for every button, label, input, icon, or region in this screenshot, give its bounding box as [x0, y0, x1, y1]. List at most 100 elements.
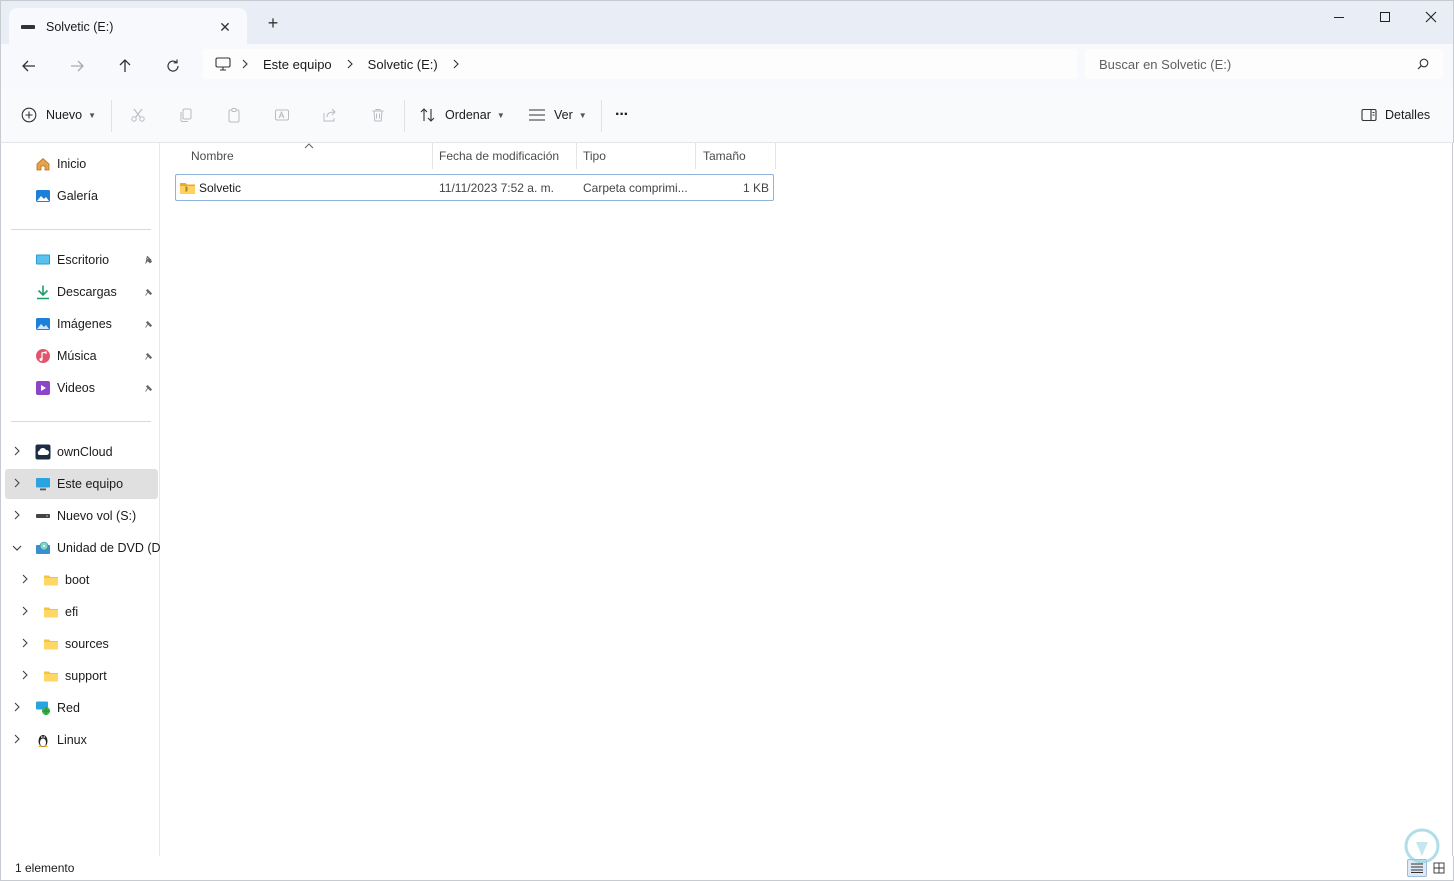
divider	[11, 229, 151, 230]
pin-icon[interactable]	[144, 383, 154, 393]
zip-folder-icon	[180, 183, 195, 194]
forward-button[interactable]	[61, 52, 93, 80]
sidebar-item-este-equipo[interactable]: Este equipo	[5, 469, 158, 499]
videos-icon	[36, 381, 50, 395]
chevron-right-icon[interactable]	[346, 59, 354, 69]
sidebar-item-linux[interactable]: Linux	[5, 725, 158, 755]
back-button[interactable]	[13, 52, 45, 80]
chevron-right-icon[interactable]	[11, 445, 23, 459]
minimize-button[interactable]	[1316, 1, 1362, 33]
divider	[601, 100, 602, 132]
plus-circle-icon	[21, 107, 37, 123]
sidebar-item-label: Inicio	[57, 157, 87, 171]
sort-button[interactable]: Ordenar ▼	[419, 102, 505, 128]
sidebar-item-descargas[interactable]: Descargas	[5, 277, 158, 307]
column-header-name[interactable]: Nombre	[183, 143, 433, 169]
chevron-right-icon[interactable]	[241, 59, 249, 69]
maximize-button[interactable]	[1362, 1, 1408, 33]
search-placeholder: Buscar en Solvetic (E:)	[1099, 56, 1232, 72]
view-button[interactable]: Ver ▼	[528, 102, 587, 128]
share-button[interactable]	[317, 102, 343, 128]
column-header-date[interactable]: Fecha de modificación	[431, 143, 576, 169]
sidebar-item-label: Videos	[57, 381, 95, 395]
search-input[interactable]: Buscar en Solvetic (E:)	[1085, 49, 1443, 79]
chevron-right-icon[interactable]	[11, 701, 23, 715]
column-header-type[interactable]: Tipo	[575, 143, 695, 169]
chevron-right-icon[interactable]	[19, 605, 31, 619]
sidebar-item-label: ownCloud	[57, 445, 113, 459]
chevron-right-icon[interactable]	[19, 669, 31, 683]
sidebar-item-galeria[interactable]: Galería	[5, 181, 158, 211]
delete-button[interactable]	[365, 102, 391, 128]
tab-solvetic[interactable]: Solvetic (E:) ✕	[9, 8, 247, 46]
chevron-down-icon[interactable]	[11, 541, 23, 555]
sidebar-item-musica[interactable]: Música	[5, 341, 158, 371]
sidebar-item-label: Nuevo vol (S:)	[57, 509, 137, 523]
column-resizer[interactable]	[775, 143, 776, 169]
sidebar-item-nuevo-vol[interactable]: Nuevo vol (S:)	[5, 501, 158, 531]
close-tab-icon[interactable]: ✕	[215, 19, 235, 36]
scissors-icon	[131, 108, 145, 122]
clipboard-icon	[228, 108, 240, 123]
minimize-icon	[1334, 16, 1344, 18]
network-icon	[36, 701, 50, 715]
pin-icon[interactable]	[144, 351, 154, 361]
copy-button[interactable]	[173, 102, 199, 128]
rename-button[interactable]	[269, 102, 295, 128]
pin-icon[interactable]	[144, 319, 154, 329]
sidebar-item-label: boot	[65, 573, 90, 587]
music-icon	[36, 349, 50, 363]
pin-icon[interactable]	[144, 287, 154, 297]
new-button[interactable]: Nuevo ▼	[21, 102, 96, 128]
column-header-size[interactable]: Tamaño	[695, 143, 775, 169]
rename-icon	[275, 109, 289, 121]
status-bar: 1 elemento	[0, 856, 1454, 881]
new-tab-button[interactable]: +	[263, 13, 283, 34]
file-size: 1 KB	[742, 180, 769, 195]
more-options-button[interactable]: ···	[615, 102, 629, 128]
divider	[111, 100, 112, 132]
maximize-icon	[1380, 12, 1390, 22]
sidebar-item-dvd[interactable]: Unidad de DVD (D:)	[5, 533, 168, 563]
tab-title: Solvetic (E:)	[46, 20, 114, 34]
refresh-button[interactable]	[157, 52, 189, 80]
list-view-icon	[529, 109, 545, 121]
chevron-right-icon[interactable]	[11, 509, 23, 523]
view-label: Ver	[554, 108, 573, 122]
sort-label: Ordenar	[445, 108, 491, 122]
sidebar-item-escritorio[interactable]: Escritorio	[5, 245, 158, 275]
sidebar-item-boot[interactable]: boot	[5, 565, 158, 595]
drive-icon	[36, 514, 50, 518]
sidebar-item-videos[interactable]: Videos	[5, 373, 158, 403]
drive-icon	[21, 25, 35, 29]
table-row[interactable]: Solvetic 11/11/2023 7:52 a. m. Carpeta c…	[175, 174, 774, 201]
chevron-right-icon[interactable]	[19, 573, 31, 587]
close-window-button[interactable]	[1408, 1, 1454, 33]
folder-icon	[44, 671, 58, 682]
sidebar-item-sources[interactable]: sources	[5, 629, 158, 659]
watermark-logo-icon	[1404, 828, 1440, 864]
sidebar-item-label: Este equipo	[57, 477, 124, 491]
chevron-right-icon[interactable]	[19, 637, 31, 651]
file-type: Carpeta comprimi...	[583, 180, 688, 195]
sidebar-item-imagenes[interactable]: Imágenes	[5, 309, 158, 339]
sidebar-item-efi[interactable]: efi	[5, 597, 158, 627]
up-button[interactable]	[109, 52, 141, 80]
chevron-right-icon[interactable]	[452, 59, 460, 69]
cut-button[interactable]	[125, 102, 151, 128]
paste-button[interactable]	[221, 102, 247, 128]
breadcrumb-solvetic[interactable]: Solvetic (E:)	[368, 57, 438, 72]
dvd-icon	[36, 541, 50, 554]
details-button[interactable]: Detalles	[1361, 102, 1430, 128]
sidebar-item-red[interactable]: Red	[5, 693, 158, 723]
chevron-right-icon[interactable]	[11, 733, 23, 747]
divider	[404, 100, 405, 132]
sidebar-item-inicio[interactable]: Inicio	[5, 149, 158, 179]
sidebar-item-owncloud[interactable]: ownCloud	[5, 437, 158, 467]
address-bar[interactable]: Este equipo Solvetic (E:)	[203, 49, 1077, 79]
breadcrumb-este-equipo[interactable]: Este equipo	[263, 57, 332, 72]
pin-icon[interactable]	[144, 255, 154, 265]
sidebar-item-label: Descargas	[57, 285, 117, 299]
sidebar-item-support[interactable]: support	[5, 661, 158, 691]
chevron-right-icon[interactable]	[11, 477, 23, 491]
